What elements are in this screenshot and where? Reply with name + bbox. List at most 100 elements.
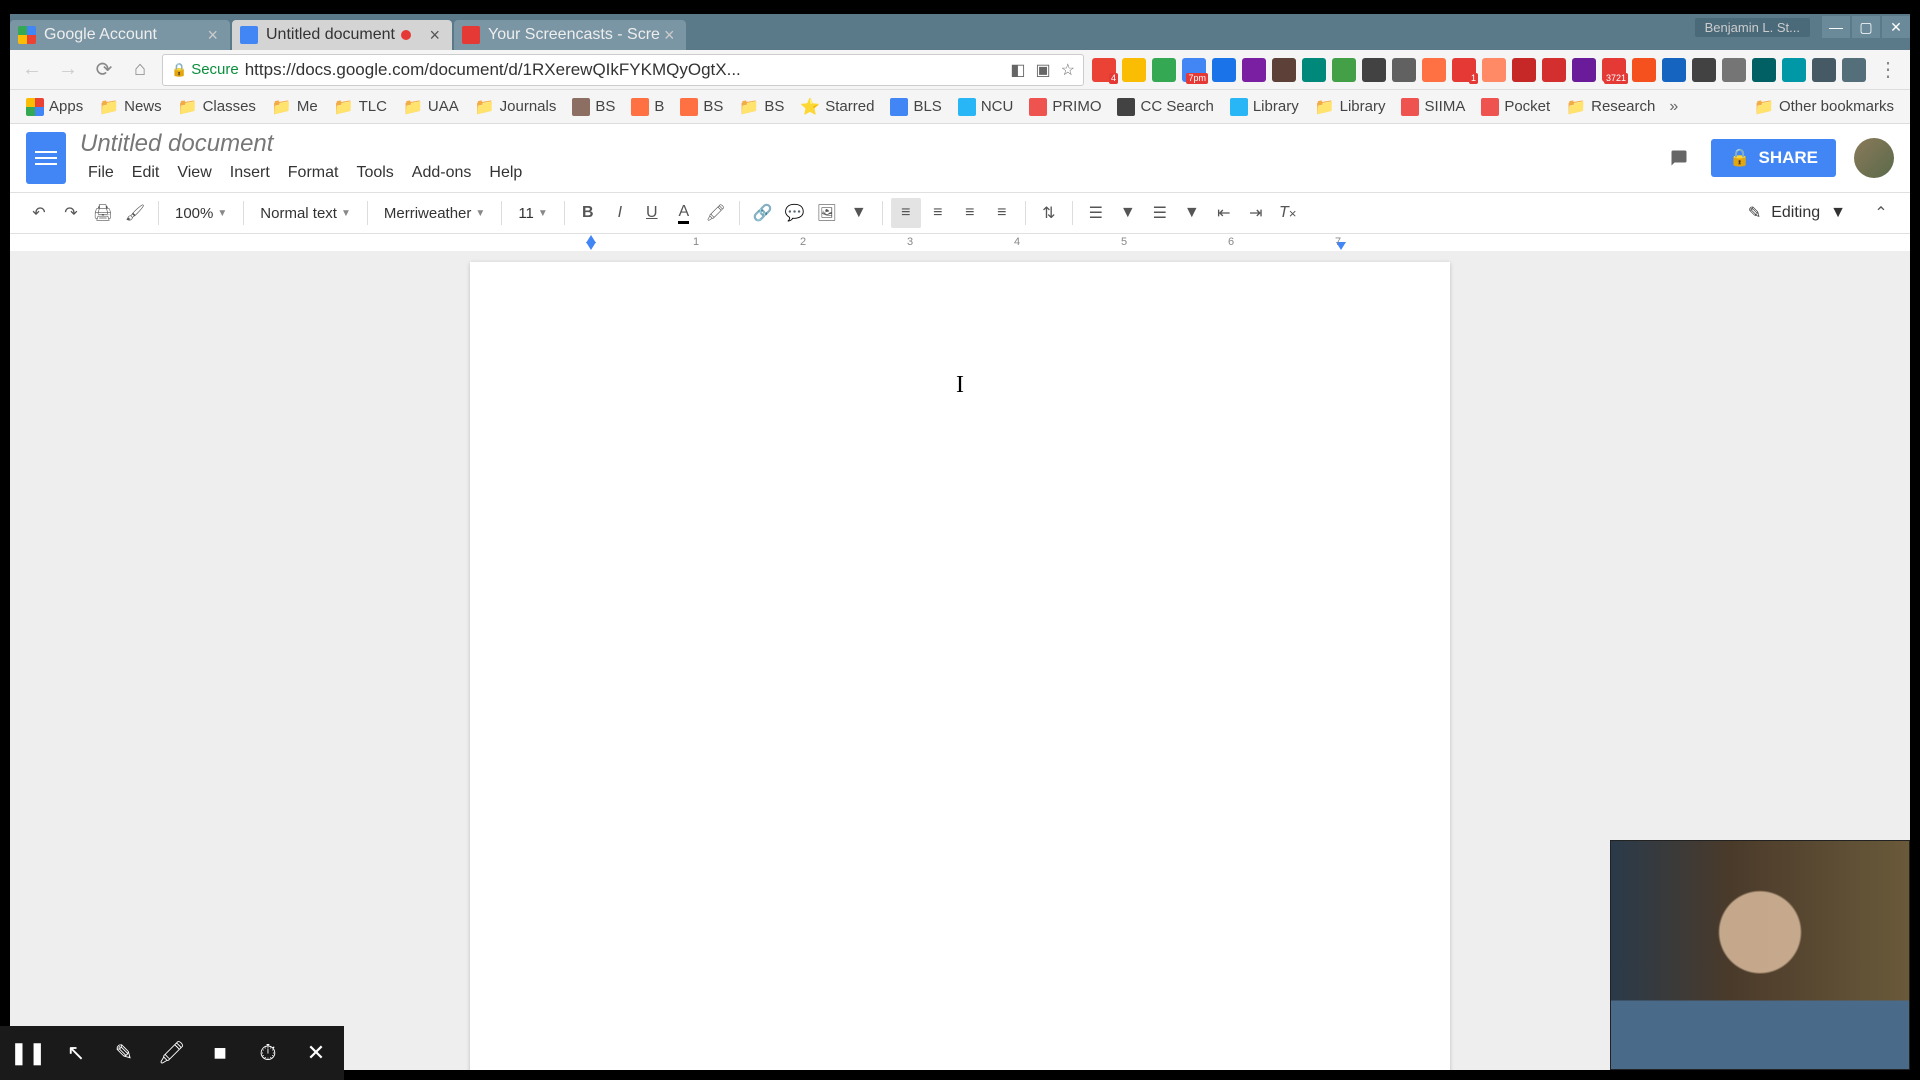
- insert-comment-button[interactable]: 💬: [780, 198, 810, 228]
- font-select[interactable]: Merriweather▼: [376, 205, 493, 222]
- tab-close-icon[interactable]: ×: [203, 25, 222, 46]
- bookmark-item[interactable]: B: [625, 94, 670, 120]
- styles-select[interactable]: Normal text▼: [252, 205, 359, 222]
- extension-icon[interactable]: [1242, 58, 1266, 82]
- bookmark-item[interactable]: BS: [566, 94, 621, 120]
- paint-format-button[interactable]: 🖌: [120, 198, 150, 228]
- menu-add-ons[interactable]: Add-ons: [404, 160, 480, 186]
- browser-tab[interactable]: Your Screencasts - Scre ×: [454, 20, 686, 50]
- recorder-video-button[interactable]: ■: [196, 1026, 244, 1080]
- menu-view[interactable]: View: [169, 160, 219, 186]
- document-title[interactable]: Untitled document: [80, 130, 530, 158]
- extension-icon[interactable]: [1812, 58, 1836, 82]
- bookmark-item[interactable]: 📁News: [93, 93, 167, 121]
- underline-button[interactable]: U: [637, 198, 667, 228]
- window-close-button[interactable]: ✕: [1882, 16, 1910, 38]
- back-button[interactable]: ←: [18, 56, 46, 84]
- extension-icon[interactable]: [1302, 58, 1326, 82]
- align-center-button[interactable]: ≡: [923, 198, 953, 228]
- extension-icon[interactable]: 4: [1092, 58, 1116, 82]
- extension-icon[interactable]: [1752, 58, 1776, 82]
- bulleted-list-dropdown[interactable]: ▼: [1177, 198, 1207, 228]
- font-size-select[interactable]: 11▼: [510, 205, 555, 222]
- extension-icon[interactable]: [1572, 58, 1596, 82]
- bold-button[interactable]: B: [573, 198, 603, 228]
- bookmark-item[interactable]: 📁Me: [266, 93, 324, 121]
- numbered-list-dropdown[interactable]: ▼: [1113, 198, 1143, 228]
- recorder-close-button[interactable]: ✕: [292, 1026, 340, 1080]
- extension-icon[interactable]: [1332, 58, 1356, 82]
- window-maximize-button[interactable]: ▢: [1852, 16, 1880, 38]
- browser-tab-active[interactable]: Untitled document ×: [232, 20, 452, 50]
- bookmark-item[interactable]: 📁Library: [1309, 93, 1392, 121]
- extension-icon[interactable]: 7pm: [1182, 58, 1206, 82]
- extension-icon[interactable]: [1782, 58, 1806, 82]
- bookmarks-overflow-button[interactable]: »: [1669, 98, 1678, 116]
- browser-menu-button[interactable]: ⋮: [1874, 56, 1902, 84]
- bookmark-item[interactable]: Library: [1224, 94, 1305, 120]
- extension-icon[interactable]: [1692, 58, 1716, 82]
- browser-tab[interactable]: Google Account ×: [10, 20, 230, 50]
- cast-icon[interactable]: ◧: [1010, 60, 1025, 80]
- ruler[interactable]: 1234567: [10, 234, 1910, 252]
- insert-image-dropdown[interactable]: ▼: [844, 198, 874, 228]
- extension-icon[interactable]: [1122, 58, 1146, 82]
- extension-icon[interactable]: [1272, 58, 1296, 82]
- comments-button[interactable]: [1665, 144, 1693, 172]
- highlight-button[interactable]: 🖍: [701, 198, 731, 228]
- decrease-indent-button[interactable]: ⇤: [1209, 198, 1239, 228]
- bookmark-item[interactable]: Pocket: [1475, 94, 1556, 120]
- extension-icon[interactable]: [1152, 58, 1176, 82]
- extension-icon[interactable]: [1632, 58, 1656, 82]
- align-left-button[interactable]: ≡: [891, 198, 921, 228]
- extension-icon[interactable]: [1362, 58, 1386, 82]
- numbered-list-button[interactable]: ☰: [1081, 198, 1111, 228]
- bookmark-item[interactable]: NCU: [952, 94, 1020, 120]
- star-icon[interactable]: ☆: [1061, 60, 1075, 80]
- recorder-pointer-button[interactable]: ↖: [52, 1026, 100, 1080]
- extension-icon[interactable]: [1542, 58, 1566, 82]
- align-right-button[interactable]: ≡: [955, 198, 985, 228]
- window-minimize-button[interactable]: —: [1822, 16, 1850, 38]
- bookmark-item[interactable]: 📁BS: [733, 93, 790, 121]
- recorder-pause-button[interactable]: ❚❚: [4, 1026, 52, 1080]
- redo-button[interactable]: ↷: [56, 198, 86, 228]
- bookmark-item[interactable]: SIIMA: [1395, 94, 1471, 120]
- text-color-button[interactable]: A: [669, 198, 699, 228]
- forward-button[interactable]: →: [54, 56, 82, 84]
- undo-button[interactable]: ↶: [24, 198, 54, 228]
- extension-icon[interactable]: [1722, 58, 1746, 82]
- bookmark-item[interactable]: 📁UAA: [397, 93, 465, 121]
- extension-icon[interactable]: 3721: [1602, 58, 1626, 82]
- recorder-timer-button[interactable]: ⏱: [244, 1026, 292, 1080]
- avatar[interactable]: [1854, 138, 1894, 178]
- zoom-select[interactable]: 100%▼: [167, 205, 235, 222]
- tab-close-icon[interactable]: ×: [425, 25, 444, 46]
- menu-help[interactable]: Help: [481, 160, 530, 186]
- editing-mode-select[interactable]: ✎ Editing ▼: [1738, 199, 1856, 227]
- insert-link-button[interactable]: 🔗: [748, 198, 778, 228]
- webcam-overlay[interactable]: [1610, 840, 1910, 1070]
- indent-marker-left-bottom-icon[interactable]: [586, 242, 596, 250]
- italic-button[interactable]: I: [605, 198, 635, 228]
- bookmark-item[interactable]: BLS: [884, 94, 947, 120]
- extension-icon[interactable]: 1: [1452, 58, 1476, 82]
- reload-button[interactable]: ⟳: [90, 56, 118, 84]
- bulleted-list-button[interactable]: ☰: [1145, 198, 1175, 228]
- increase-indent-button[interactable]: ⇥: [1241, 198, 1271, 228]
- recorder-pen-button[interactable]: ✎: [100, 1026, 148, 1080]
- present-icon[interactable]: ▣: [1036, 60, 1051, 80]
- align-justify-button[interactable]: ≡: [987, 198, 1017, 228]
- recorder-highlighter-button[interactable]: 🖍: [148, 1026, 196, 1080]
- bookmark-item[interactable]: 📁TLC: [328, 93, 393, 121]
- collapse-toolbar-button[interactable]: ⌃: [1866, 198, 1896, 228]
- extension-icon[interactable]: [1842, 58, 1866, 82]
- extension-icon[interactable]: [1512, 58, 1536, 82]
- extension-icon[interactable]: [1482, 58, 1506, 82]
- bookmark-item[interactable]: PRIMO: [1023, 94, 1107, 120]
- document-page[interactable]: I: [470, 262, 1450, 1070]
- bookmark-item[interactable]: CC Search: [1111, 94, 1219, 120]
- bookmark-item[interactable]: ⭐Starred: [794, 93, 880, 121]
- menu-edit[interactable]: Edit: [124, 160, 168, 186]
- docs-logo-icon[interactable]: [26, 132, 66, 184]
